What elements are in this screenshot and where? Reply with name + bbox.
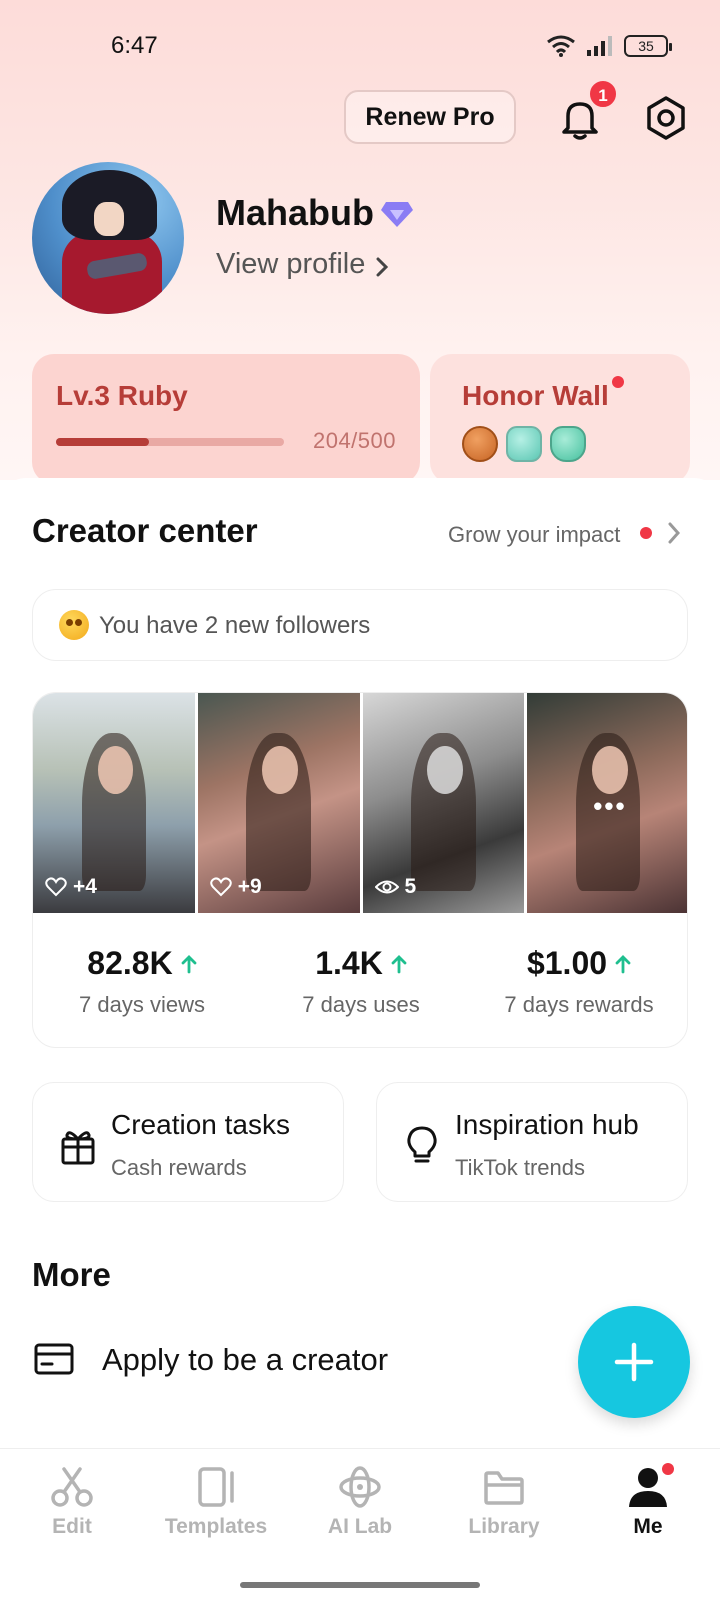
view-profile-link[interactable]: View profile <box>216 248 365 281</box>
arrow-up-icon <box>181 954 197 973</box>
honor-badges <box>462 426 586 462</box>
arrow-up-icon <box>615 954 631 973</box>
green-gem-badge-icon <box>550 426 586 462</box>
home-indicator <box>240 1582 480 1588</box>
inspiration-hub-card[interactable]: Inspiration hub TikTok trends <box>376 1082 688 1202</box>
bronze-badge-icon <box>462 426 498 462</box>
plus-icon <box>614 1342 654 1382</box>
video-thumbnail[interactable]: 5 <box>362 693 525 913</box>
nav-edit[interactable]: Edit <box>12 1465 132 1539</box>
level-card[interactable]: Lv.3 Ruby 204/500 <box>32 354 420 484</box>
star-eyes-emoji-icon <box>59 610 89 640</box>
bottom-navigation: Edit Templates AI Lab Library Me <box>0 1448 720 1600</box>
card-icon <box>34 1343 74 1375</box>
scissors-icon <box>51 1467 93 1507</box>
templates-icon <box>198 1467 234 1507</box>
stat-value: 1.4K <box>315 945 383 981</box>
gift-icon <box>61 1131 95 1165</box>
stat-label: 7 days uses <box>302 992 420 1017</box>
avatar[interactable] <box>32 162 184 314</box>
level-progress-bar <box>56 438 284 446</box>
more-section-title: More <box>32 1256 111 1293</box>
honor-notification-dot <box>612 376 624 388</box>
status-time: 6:47 <box>111 32 158 59</box>
pro-gem-icon <box>381 202 413 227</box>
tiktok-badge-icon <box>506 426 542 462</box>
status-bar: 6:47 35 <box>0 0 720 90</box>
chevron-right-icon[interactable] <box>666 520 682 546</box>
grow-notification-dot <box>640 527 652 539</box>
arrow-up-icon <box>391 954 407 973</box>
wifi-icon <box>547 35 575 57</box>
nav-me[interactable]: Me <box>588 1463 708 1539</box>
chevron-right-icon <box>376 257 389 277</box>
new-followers-banner[interactable]: You have 2 new followers <box>32 589 688 661</box>
nav-templates[interactable]: Templates <box>156 1465 276 1539</box>
thumbnail-stat: +9 <box>237 875 262 898</box>
stat-label: 7 days rewards <box>504 992 654 1017</box>
stat-value: $1.00 <box>526 945 608 981</box>
creation-tasks-card[interactable]: Creation tasks Cash rewards <box>32 1082 344 1202</box>
create-fab-button[interactable] <box>578 1306 690 1418</box>
video-thumbnails: +4 +9 5 ••• <box>33 693 687 913</box>
level-progress-fill <box>56 438 150 446</box>
heart-icon <box>45 877 67 897</box>
nav-ai-lab[interactable]: AI Lab <box>300 1465 420 1539</box>
battery-icon: 35 <box>624 35 672 57</box>
username: Mahabub <box>216 192 374 233</box>
task-title: Creation tasks <box>111 1109 290 1140</box>
task-subtitle: TikTok trends <box>455 1155 586 1180</box>
level-title: Lv.3 Ruby <box>56 380 188 411</box>
thumbnail-stat: +4 <box>73 875 97 898</box>
lightbulb-icon <box>407 1126 437 1163</box>
more-icon: ••• <box>593 791 627 821</box>
stat-rewards[interactable]: $1.00 7 days rewards <box>470 945 687 1018</box>
renew-pro-button[interactable]: Renew Pro <box>344 90 516 144</box>
status-icons: 35 <box>546 34 672 58</box>
notification-badge: 1 <box>588 79 618 109</box>
stat-uses[interactable]: 1.4K 7 days uses <box>252 945 470 1018</box>
nav-label: Edit <box>52 1515 92 1538</box>
nav-me-notification-dot <box>662 1463 674 1475</box>
honor-wall-card[interactable]: Honor Wall <box>430 354 690 484</box>
grow-impact-link[interactable]: Grow your impact <box>448 522 620 548</box>
apply-creator-label: Apply to be a creator <box>102 1342 389 1377</box>
stat-value: 82.8K <box>87 945 173 981</box>
task-subtitle: Cash rewards <box>111 1155 247 1180</box>
settings-icon[interactable] <box>642 94 690 142</box>
apply-creator-row[interactable]: Apply to be a creator <box>32 1330 552 1400</box>
nav-label: Templates <box>164 1515 268 1538</box>
ai-lab-icon <box>339 1466 381 1508</box>
creator-center-title: Creator center <box>32 512 258 549</box>
eye-icon <box>374 880 399 894</box>
creator-stats-card: +4 +9 5 ••• 82.8K 7 days views 1.4K 7 da… <box>32 692 688 1048</box>
nav-library[interactable]: Library <box>444 1465 564 1539</box>
thumbnail-stat: 5 <box>404 875 417 898</box>
level-progress-text: 204/500 <box>312 428 396 453</box>
stat-label: 7 days views <box>79 992 205 1017</box>
video-thumbnail[interactable]: +4 <box>33 693 195 913</box>
signal-icon <box>587 36 612 56</box>
new-followers-text: You have 2 new followers <box>99 612 371 639</box>
honor-wall-title: Honor Wall <box>462 380 609 411</box>
more-videos-thumbnail[interactable]: ••• <box>527 693 687 913</box>
task-title: Inspiration hub <box>455 1109 639 1140</box>
nav-label: AI Lab <box>327 1515 393 1538</box>
video-thumbnail[interactable]: +9 <box>197 693 360 913</box>
nav-label: Me <box>633 1515 663 1538</box>
heart-icon <box>210 877 232 897</box>
nav-label: Library <box>468 1515 540 1538</box>
stat-views[interactable]: 82.8K 7 days views <box>33 945 251 1018</box>
folder-icon <box>484 1471 524 1505</box>
